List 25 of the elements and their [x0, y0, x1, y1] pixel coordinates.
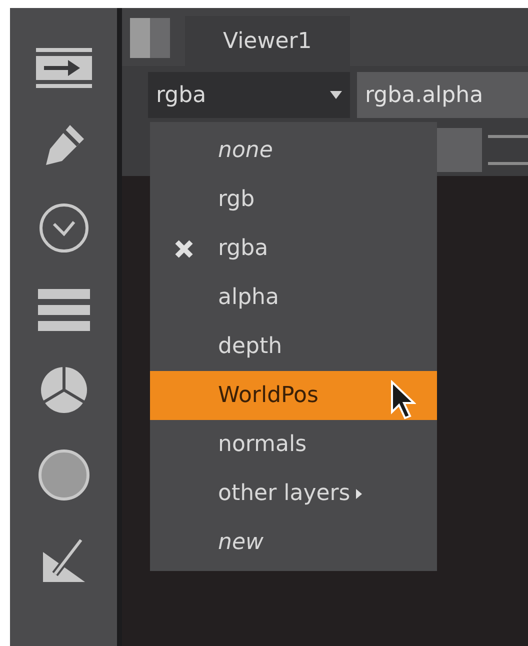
segmented-circle-icon[interactable]: [40, 366, 88, 414]
channel-dropdown[interactable]: rgba: [148, 72, 350, 118]
menu-item[interactable]: new: [150, 518, 437, 567]
menu-item[interactable]: WorldPos: [150, 371, 437, 420]
menu-item[interactable]: other layers: [150, 469, 437, 518]
list-icon[interactable]: [38, 289, 90, 331]
clock-icon[interactable]: [38, 202, 90, 254]
pen-and-angle-icon[interactable]: [40, 536, 86, 584]
menu-item[interactable]: depth: [150, 322, 437, 371]
menu-item[interactable]: normals: [150, 420, 437, 469]
viewer-tab[interactable]: Viewer1: [185, 16, 350, 66]
menu-item[interactable]: alpha: [150, 273, 437, 322]
menu-item[interactable]: rgb: [150, 175, 437, 224]
dotted-circle-icon[interactable]: [38, 449, 90, 501]
viewer-swatch-icon: [130, 18, 170, 58]
swatch-block: [434, 128, 482, 172]
channel-field[interactable]: rgba.alpha: [357, 72, 528, 118]
import-arrow-icon[interactable]: [36, 48, 92, 88]
submenu-arrow-icon: [356, 488, 362, 498]
mouse-pointer-icon: [390, 380, 416, 420]
line-control: [488, 135, 528, 165]
menu-item[interactable]: rgba: [150, 224, 437, 273]
check-cross-icon: [175, 240, 193, 258]
caret-icon: [330, 91, 342, 99]
menu-item[interactable]: none: [150, 126, 437, 175]
